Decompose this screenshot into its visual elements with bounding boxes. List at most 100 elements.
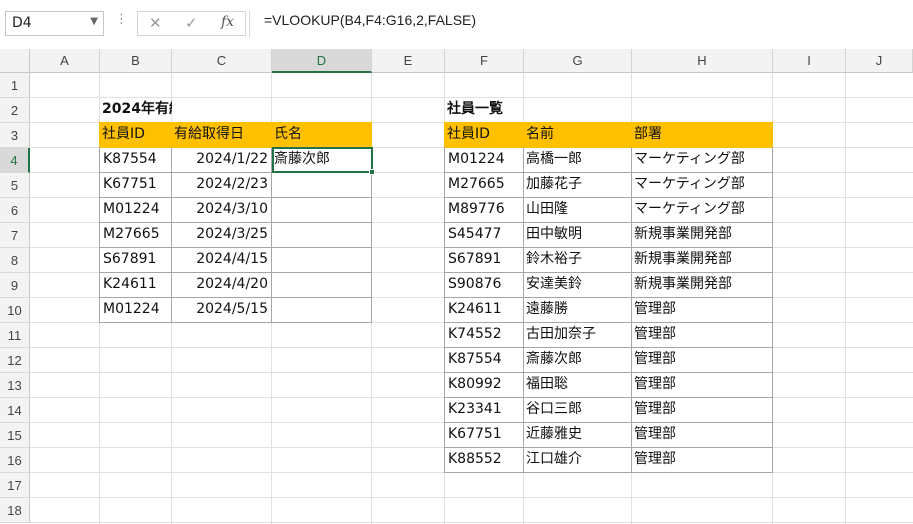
- row-header-7[interactable]: 7: [0, 223, 30, 248]
- table1-cell[interactable]: [271, 247, 372, 273]
- table1-cell[interactable]: K87554: [99, 147, 172, 173]
- table2-cell[interactable]: 新規事業開発部: [631, 222, 773, 248]
- table2-cell[interactable]: K80992: [444, 372, 524, 398]
- table2-cell[interactable]: S67891: [444, 247, 524, 273]
- table2-cell[interactable]: マーケティング部: [631, 147, 773, 173]
- table1-title[interactable]: 2024年有給取得記録: [99, 97, 172, 123]
- table2-cell[interactable]: 管理部: [631, 422, 773, 448]
- column-header-e[interactable]: E: [372, 49, 445, 73]
- row-header-14[interactable]: 14: [0, 398, 30, 423]
- table2-cell[interactable]: S90876: [444, 272, 524, 298]
- table2-cell[interactable]: K23341: [444, 397, 524, 423]
- table2-header-cell[interactable]: 部署: [631, 122, 773, 148]
- chevron-down-icon[interactable]: ▼: [90, 16, 98, 27]
- row-header-9[interactable]: 9: [0, 273, 30, 298]
- table2-cell[interactable]: 近藤雅史: [523, 422, 632, 448]
- table1-cell[interactable]: K24611: [99, 272, 172, 298]
- table1-header-cell[interactable]: 有給取得日: [171, 122, 272, 148]
- table2-cell[interactable]: 管理部: [631, 372, 773, 398]
- row-header-4[interactable]: 4: [0, 148, 30, 173]
- enter-icon[interactable]: ✓: [185, 14, 198, 32]
- row-header-10[interactable]: 10: [0, 298, 30, 323]
- table2-cell[interactable]: K87554: [444, 347, 524, 373]
- column-header-c[interactable]: C: [172, 49, 272, 73]
- table1-cell[interactable]: [271, 272, 372, 298]
- table1-cell[interactable]: [271, 297, 372, 323]
- column-header-g[interactable]: G: [524, 49, 632, 73]
- select-all-corner[interactable]: [0, 49, 30, 73]
- row-header-3[interactable]: 3: [0, 123, 30, 148]
- table2-cell[interactable]: 山田隆: [523, 197, 632, 223]
- table2-cell[interactable]: 管理部: [631, 347, 773, 373]
- column-header-h[interactable]: H: [632, 49, 773, 73]
- table2-cell[interactable]: 鈴木裕子: [523, 247, 632, 273]
- table2-cell[interactable]: マーケティング部: [631, 172, 773, 198]
- table1-cell[interactable]: 2024/4/20: [171, 272, 272, 298]
- table2-cell[interactable]: 管理部: [631, 397, 773, 423]
- insert-function-icon[interactable]: fx: [221, 14, 234, 30]
- table2-cell[interactable]: K88552: [444, 447, 524, 473]
- table2-cell[interactable]: M27665: [444, 172, 524, 198]
- row-header-17[interactable]: 17: [0, 473, 30, 498]
- table2-title[interactable]: 社員一覧: [444, 97, 524, 123]
- table2-cell[interactable]: 遠藤勝: [523, 297, 632, 323]
- table2-cell[interactable]: 管理部: [631, 322, 773, 348]
- row-header-5[interactable]: 5: [0, 173, 30, 198]
- table2-cell[interactable]: 谷口三郎: [523, 397, 632, 423]
- table2-cell[interactable]: 斎藤次郎: [523, 347, 632, 373]
- table1-cell[interactable]: M27665: [99, 222, 172, 248]
- table2-header-cell[interactable]: 社員ID: [444, 122, 524, 148]
- table2-cell[interactable]: 安達美鈴: [523, 272, 632, 298]
- table2-cell[interactable]: M01224: [444, 147, 524, 173]
- table1-cell[interactable]: [271, 172, 372, 198]
- table2-cell[interactable]: K74552: [444, 322, 524, 348]
- name-box[interactable]: D4 ▼: [5, 11, 104, 36]
- column-header-f[interactable]: F: [445, 49, 524, 73]
- table1-cell[interactable]: M01224: [99, 297, 172, 323]
- table2-cell[interactable]: 田中敏明: [523, 222, 632, 248]
- table2-cell[interactable]: M89776: [444, 197, 524, 223]
- row-header-16[interactable]: 16: [0, 448, 30, 473]
- table1-cell[interactable]: 2024/5/15: [171, 297, 272, 323]
- table2-cell[interactable]: 高橋一郎: [523, 147, 632, 173]
- row-header-2[interactable]: 2: [0, 98, 30, 123]
- row-header-12[interactable]: 12: [0, 348, 30, 373]
- column-header-b[interactable]: B: [100, 49, 172, 73]
- table2-cell[interactable]: 福田聡: [523, 372, 632, 398]
- table1-header-cell[interactable]: 氏名: [271, 122, 372, 148]
- table1-cell[interactable]: S67891: [99, 247, 172, 273]
- table2-cell[interactable]: 管理部: [631, 297, 773, 323]
- table2-header-cell[interactable]: 名前: [523, 122, 632, 148]
- fill-handle[interactable]: [369, 169, 375, 175]
- table1-cell[interactable]: 2024/4/15: [171, 247, 272, 273]
- table1-cell[interactable]: [271, 197, 372, 223]
- table2-cell[interactable]: K24611: [444, 297, 524, 323]
- table2-cell[interactable]: S45477: [444, 222, 524, 248]
- column-header-j[interactable]: J: [846, 49, 913, 73]
- cancel-icon[interactable]: ✕: [149, 14, 162, 32]
- column-header-i[interactable]: I: [773, 49, 846, 73]
- row-header-11[interactable]: 11: [0, 323, 30, 348]
- table2-cell[interactable]: 古田加奈子: [523, 322, 632, 348]
- table1-cell[interactable]: M01224: [99, 197, 172, 223]
- table1-cell[interactable]: 斎藤次郎: [271, 147, 372, 173]
- table2-cell[interactable]: マーケティング部: [631, 197, 773, 223]
- row-header-6[interactable]: 6: [0, 198, 30, 223]
- table1-cell[interactable]: 2024/3/25: [171, 222, 272, 248]
- row-header-15[interactable]: 15: [0, 423, 30, 448]
- formula-input[interactable]: =VLOOKUP(B4,F4:G16,2,FALSE): [264, 12, 476, 28]
- table1-header-cell[interactable]: 社員ID: [99, 122, 172, 148]
- table2-cell[interactable]: 新規事業開発部: [631, 272, 773, 298]
- more-options-icon[interactable]: ⋮: [115, 12, 128, 27]
- table2-cell[interactable]: 新規事業開発部: [631, 247, 773, 273]
- table1-cell[interactable]: 2024/1/22: [171, 147, 272, 173]
- column-header-d[interactable]: D: [272, 49, 372, 73]
- table1-cell[interactable]: 2024/3/10: [171, 197, 272, 223]
- row-header-8[interactable]: 8: [0, 248, 30, 273]
- row-header-18[interactable]: 18: [0, 498, 30, 523]
- table2-cell[interactable]: 管理部: [631, 447, 773, 473]
- column-header-a[interactable]: A: [30, 49, 100, 73]
- table1-cell[interactable]: 2024/2/23: [171, 172, 272, 198]
- row-header-13[interactable]: 13: [0, 373, 30, 398]
- row-header-1[interactable]: 1: [0, 73, 30, 98]
